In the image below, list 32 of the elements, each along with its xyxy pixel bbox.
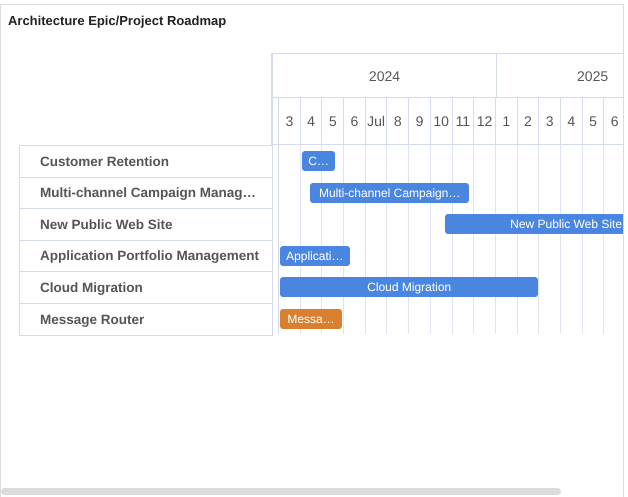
month-label: 11 [456, 113, 470, 129]
panel-title: Architecture Epic/Project Roadmap [7, 12, 228, 30]
month-label: 6 [350, 113, 358, 129]
horizontal-scrollbar[interactable] [1, 488, 561, 495]
task-name: Customer Retention [40, 154, 170, 169]
task-bar[interactable]: Applicati… [280, 246, 350, 266]
month-label: Jul [367, 113, 386, 129]
task-bar[interactable]: Cloud Migration [280, 277, 538, 297]
task-name: Multi-channel Campaign Manag… [40, 185, 256, 200]
month-label: 12 [476, 113, 492, 129]
month-label: 3 [546, 113, 554, 129]
month-label: 6 [610, 113, 619, 129]
task-name: New Public Web Site [40, 216, 173, 232]
month-label: 10 [433, 113, 449, 129]
month-label: 5 [589, 113, 597, 129]
month-label: 4 [307, 113, 315, 129]
month-label: 5 [328, 113, 337, 129]
month-label: 2 [524, 113, 532, 129]
month-label: 1 [502, 113, 510, 129]
task-bar[interactable]: Multi-channel Campaign… [310, 182, 469, 202]
task-name: Message Router [40, 312, 144, 327]
task-name: Cloud Migration [40, 280, 143, 295]
year-label: 2025 [577, 68, 608, 84]
task-bar[interactable]: C… [302, 151, 336, 171]
task-name: Application Portfolio Management [40, 248, 260, 264]
month-label: 9 [416, 113, 424, 129]
month-label: 8 [394, 113, 402, 129]
month-label: 4 [567, 113, 576, 129]
year-label: 2024 [368, 68, 400, 84]
month-label: 3 [285, 113, 294, 129]
task-bar[interactable]: Messa… [280, 308, 342, 328]
task-bar[interactable]: New Public Web Site [445, 214, 623, 234]
